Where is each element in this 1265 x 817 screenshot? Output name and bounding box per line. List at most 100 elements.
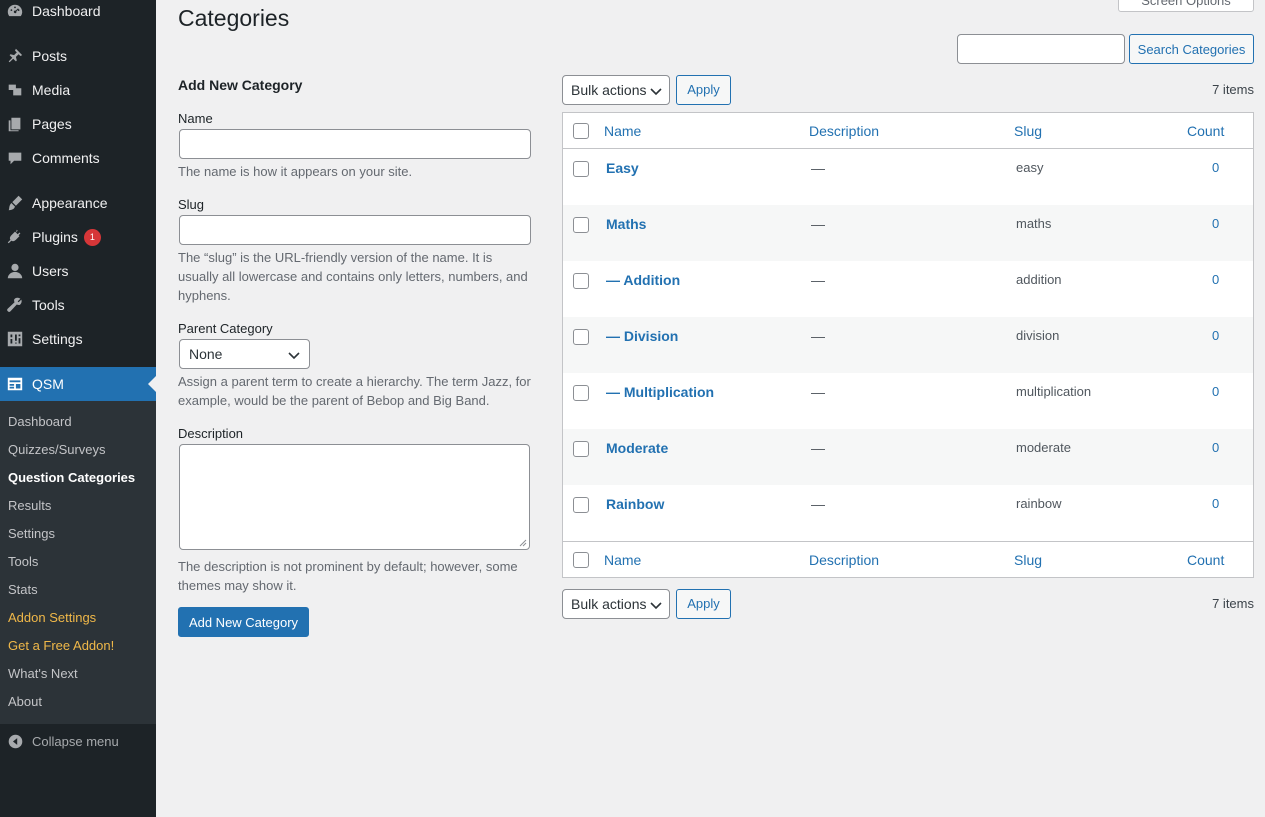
category-count-link[interactable]: 0 (1212, 216, 1219, 231)
brush-icon (5, 193, 25, 213)
search-input[interactable] (957, 34, 1125, 64)
select-all-checkbox[interactable] (573, 552, 589, 568)
row-checkbox[interactable] (573, 217, 589, 233)
items-count-bottom: 7 items (1212, 596, 1254, 611)
menu-label: Tools (32, 297, 65, 313)
parent-help: Assign a parent term to create a hierarc… (178, 374, 531, 408)
add-new-category-button[interactable]: Add New Category (178, 607, 309, 637)
column-description[interactable]: Description (809, 123, 879, 139)
category-name-link[interactable]: — Division (606, 328, 678, 344)
row-checkbox[interactable] (573, 161, 589, 177)
menu-item-posts[interactable]: Posts (0, 41, 156, 71)
category-slug: maths (1016, 216, 1052, 231)
table-row: — Division — division 0 (563, 317, 1253, 373)
menu-label: Appearance (32, 195, 108, 211)
table-header: Name Description Slug Count (563, 113, 1253, 149)
current-menu-arrow (148, 376, 156, 392)
submenu-item-quizzes[interactable]: Quizzes/Surveys (8, 440, 106, 460)
submenu-item-settings[interactable]: Settings (8, 524, 55, 544)
menu-item-qsm[interactable]: QSM (0, 367, 156, 401)
menu-item-users[interactable]: Users (0, 256, 156, 286)
table-row: — Addition — addition 0 (563, 261, 1253, 317)
category-name-link[interactable]: — Addition (606, 272, 680, 288)
row-checkbox[interactable] (573, 329, 589, 345)
menu-item-plugins[interactable]: Plugins 1 (0, 222, 156, 252)
menu-item-comments[interactable]: Comments (0, 143, 156, 173)
page-title: Categories (178, 5, 290, 31)
menu-item-dashboard[interactable]: Dashboard (0, 0, 156, 26)
row-checkbox[interactable] (573, 273, 589, 289)
collapse-menu-button[interactable]: Collapse menu (0, 731, 119, 751)
category-count-link[interactable]: 0 (1212, 160, 1219, 175)
select-all-checkbox[interactable] (573, 123, 589, 139)
table-row: Rainbow — rainbow 0 (563, 485, 1253, 541)
admin-sidebar: Dashboard Posts Media Pages Comments App… (0, 0, 156, 817)
menu-item-media[interactable]: Media (0, 75, 156, 105)
pin-icon (5, 46, 25, 66)
category-count-link[interactable]: 0 (1212, 496, 1219, 511)
table-footer: Name Description Slug Count (563, 541, 1253, 577)
resize-grip-icon[interactable] (518, 538, 527, 547)
menu-item-pages[interactable]: Pages (0, 109, 156, 139)
settings-icon (5, 329, 25, 349)
screen-options-button[interactable]: Screen Options (1118, 0, 1254, 12)
category-slug: rainbow (1016, 496, 1062, 511)
apply-button-top[interactable]: Apply (676, 75, 731, 105)
plugin-icon (5, 227, 25, 247)
menu-item-appearance[interactable]: Appearance (0, 188, 156, 218)
submenu-item-dashboard[interactable]: Dashboard (8, 412, 72, 432)
bulk-actions-select-bottom[interactable]: Bulk actions (562, 589, 670, 619)
description-textarea[interactable] (179, 444, 530, 550)
category-name-link[interactable]: Easy (606, 160, 639, 176)
menu-label: Posts (32, 48, 68, 64)
column-name[interactable]: Name (604, 123, 641, 139)
submenu-item-about[interactable]: About (8, 692, 42, 712)
category-slug: moderate (1016, 440, 1071, 455)
category-name-link[interactable]: Moderate (606, 440, 668, 456)
category-count-link[interactable]: 0 (1212, 272, 1219, 287)
submenu-item-tools[interactable]: Tools (8, 552, 38, 572)
table-row: Maths — maths 0 (563, 205, 1253, 261)
category-name-link[interactable]: — Multiplication (606, 384, 714, 400)
row-checkbox[interactable] (573, 441, 589, 457)
category-name-link[interactable]: Maths (606, 216, 646, 232)
slug-help: The “slug” is the URL-friendly version o… (178, 250, 528, 303)
category-name-link[interactable]: Rainbow (606, 496, 664, 512)
parent-category-select[interactable]: None (179, 339, 310, 369)
category-count-link[interactable]: 0 (1212, 328, 1219, 343)
column-slug[interactable]: Slug (1014, 123, 1042, 139)
apply-button-bottom[interactable]: Apply (676, 589, 731, 619)
wrench-icon (5, 295, 25, 315)
items-count-top: 7 items (1212, 82, 1254, 97)
name-input[interactable] (179, 129, 531, 159)
submenu-item-question-categories[interactable]: Question Categories (8, 468, 135, 488)
search-categories-button[interactable]: Search Categories (1129, 34, 1254, 64)
slug-input[interactable] (179, 215, 531, 245)
row-checkbox[interactable] (573, 385, 589, 401)
category-count-link[interactable]: 0 (1212, 440, 1219, 455)
category-slug: multiplication (1016, 384, 1092, 399)
menu-item-settings[interactable]: Settings (0, 324, 156, 354)
row-checkbox[interactable] (573, 497, 589, 513)
column-count[interactable]: Count (1187, 123, 1224, 139)
table-row: Easy — easy 0 (563, 149, 1253, 205)
submenu-item-free-addon[interactable]: Get a Free Addon! (8, 636, 114, 656)
submenu-item-whats-next[interactable]: What's Next (8, 664, 78, 684)
name-label: Name (178, 111, 213, 126)
chevron-down-icon (650, 88, 662, 96)
category-slug: easy (1016, 160, 1044, 175)
menu-item-tools[interactable]: Tools (0, 290, 156, 320)
category-count-link[interactable]: 0 (1212, 384, 1219, 399)
column-count[interactable]: Count (1187, 552, 1224, 568)
column-description[interactable]: Description (809, 552, 879, 568)
bulk-actions-select-top[interactable]: Bulk actions (562, 75, 670, 105)
submenu-item-stats[interactable]: Stats (8, 580, 38, 600)
menu-label: Plugins (32, 229, 78, 245)
column-slug[interactable]: Slug (1014, 552, 1042, 568)
column-name[interactable]: Name (604, 552, 641, 568)
submenu-item-results[interactable]: Results (8, 496, 51, 516)
category-description: — (811, 496, 825, 512)
submenu-item-addon-settings[interactable]: Addon Settings (8, 608, 96, 628)
bulk-actions-value: Bulk actions (571, 596, 647, 612)
form-heading: Add New Category (178, 77, 303, 93)
